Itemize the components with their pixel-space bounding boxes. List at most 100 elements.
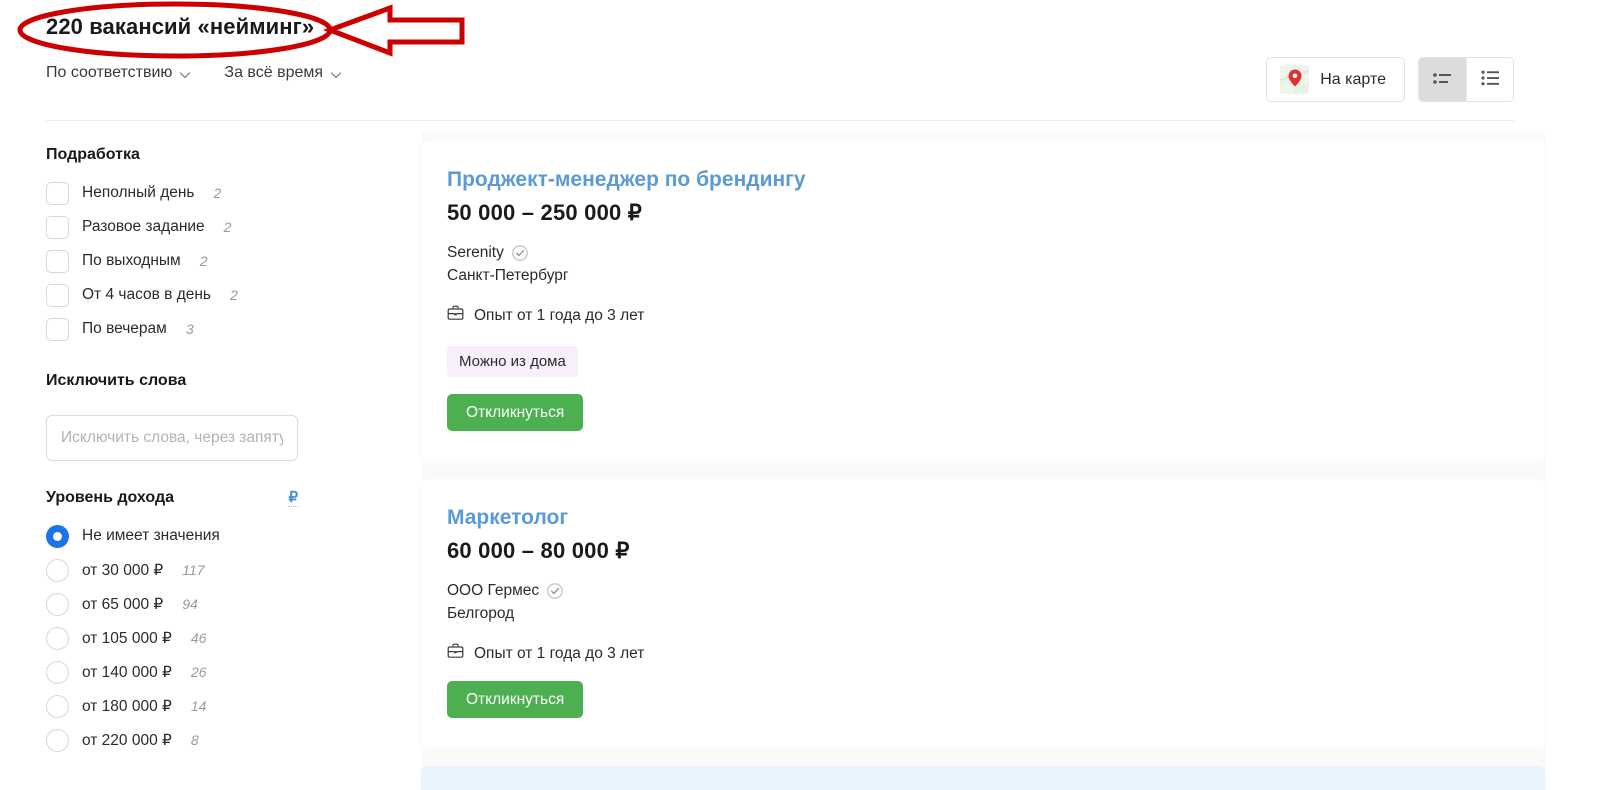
annotation-arrow <box>322 4 465 57</box>
radio-icon[interactable] <box>46 524 69 548</box>
filter-option-count: 117 <box>182 562 205 578</box>
filter-option-income[interactable]: от 105 000 ₽ 46 <box>46 621 346 655</box>
vacancy-card-highlighted[interactable] <box>421 766 1545 790</box>
filter-option-part-time[interactable]: Неполный день 2 <box>46 176 346 210</box>
filter-option-count: 94 <box>182 596 198 612</box>
apply-button[interactable]: Откликнуться <box>447 681 584 719</box>
briefcase-icon <box>447 643 464 664</box>
chevron-down-icon <box>179 69 191 80</box>
checkbox-icon[interactable] <box>46 249 69 273</box>
filter-option-count: 26 <box>190 664 207 680</box>
radio-icon[interactable] <box>46 660 69 684</box>
exclude-words-input[interactable] <box>46 415 298 461</box>
filter-option-count: 8 <box>190 732 199 748</box>
sort-by-dropdown[interactable]: По соответствию <box>46 64 191 82</box>
verified-badge-icon <box>547 583 563 600</box>
vacancy-city: Санкт-Петербург <box>447 267 569 285</box>
filter-option-label: По вечерам <box>82 320 167 337</box>
vacancy-card[interactable]: Проджект-менеджер по брендингу 50 000 – … <box>421 141 1545 462</box>
detailed-list-icon <box>1480 70 1500 89</box>
vacancy-salary: 50 000 – 250 000 ₽ <box>447 200 642 226</box>
checkbox-icon[interactable] <box>46 181 69 205</box>
briefcase-icon <box>447 305 464 326</box>
vacancy-card[interactable]: Маркетолог 60 000 – 80 000 ₽ ООО Гермес … <box>421 479 1545 749</box>
filter-group-income: Уровень дохода ₽ Не имеет значения от 30… <box>46 489 346 757</box>
filter-option-part-time[interactable]: От 4 часов в день 2 <box>46 278 346 312</box>
map-view-button[interactable]: На карте <box>1266 57 1405 102</box>
filter-option-count: 3 <box>185 321 194 337</box>
sort-controls: По соответствию За всё время <box>46 64 342 82</box>
filter-option-label: от 180 000 ₽ <box>82 697 172 715</box>
filter-option-count: 2 <box>199 253 208 269</box>
filter-option-label: Разовое задание <box>82 218 205 235</box>
map-view-label: На карте <box>1320 70 1386 88</box>
vacancy-tag-remote: Можно из дома <box>447 346 578 378</box>
chevron-down-icon <box>330 69 342 80</box>
radio-icon[interactable] <box>46 558 69 582</box>
sort-by-label: По соответствию <box>46 64 173 81</box>
period-label: За всё время <box>224 64 324 81</box>
filter-option-count: 2 <box>213 185 222 201</box>
filter-option-income[interactable]: от 180 000 ₽ 14 <box>46 689 346 723</box>
filter-option-label: от 65 000 ₽ <box>82 595 164 613</box>
detailed-list-view-button[interactable] <box>1466 58 1513 101</box>
vacancy-experience-label: Опыт от 1 года до 3 лет <box>474 644 645 662</box>
compact-list-view-button[interactable] <box>1419 58 1466 101</box>
map-pin-icon <box>1280 65 1310 94</box>
vacancy-company: ООО Гермес <box>447 582 1545 600</box>
filter-option-label: Неполный день <box>82 184 195 201</box>
checkbox-icon[interactable] <box>46 283 69 307</box>
filter-option-label: от 30 000 ₽ <box>82 561 164 579</box>
vacancy-salary: 60 000 – 80 000 ₽ <box>447 538 630 564</box>
filter-option-income[interactable]: от 140 000 ₽ 26 <box>46 655 346 689</box>
radio-icon[interactable] <box>46 626 69 650</box>
filter-group-exclude-words: Исключить слова <box>46 372 346 461</box>
vacancy-company: Serenity <box>447 244 1545 262</box>
filter-group-title: Уровень дохода <box>46 489 175 506</box>
filter-group-title-row: Уровень дохода ₽ <box>46 489 298 507</box>
checkbox-icon[interactable] <box>46 317 69 341</box>
vacancy-list: Проджект-менеджер по брендингу 50 000 – … <box>421 141 1545 790</box>
filter-option-income[interactable]: от 220 000 ₽ 8 <box>46 723 346 757</box>
filter-option-label: От 4 часов в день <box>82 286 212 303</box>
filter-option-count: 46 <box>190 630 207 646</box>
filter-option-part-time[interactable]: Разовое задание 2 <box>46 210 346 244</box>
filter-option-part-time[interactable]: По выходным 2 <box>46 244 346 278</box>
verified-badge-icon <box>512 245 528 261</box>
view-controls: На карте <box>1266 57 1514 102</box>
radio-icon[interactable] <box>46 592 69 616</box>
filter-option-count: 2 <box>223 219 232 235</box>
filter-option-count: 2 <box>230 287 238 303</box>
filter-group-title: Подработка <box>46 146 140 163</box>
apply-button[interactable]: Откликнуться <box>447 394 584 432</box>
filter-option-label: Не имеет значения <box>82 527 220 544</box>
checkbox-icon[interactable] <box>46 215 69 239</box>
filter-group-title: Исключить слова <box>46 372 187 389</box>
filter-option-label: от 140 000 ₽ <box>82 663 172 681</box>
filter-option-label: от 220 000 ₽ <box>82 731 172 749</box>
header-divider <box>46 120 1514 121</box>
vacancy-city: Белгород <box>447 605 515 623</box>
vacancy-experience: Опыт от 1 года до 3 лет <box>447 643 1545 664</box>
filter-option-label: По выходным <box>82 252 181 269</box>
filter-group-part-time: Подработка Неполный день 2 Разовое задан… <box>46 146 346 346</box>
currency-hint-icon[interactable]: ₽ <box>288 490 298 507</box>
page-title: 220 вакансий «нейминг» <box>46 14 315 39</box>
view-mode-toggle <box>1418 57 1514 102</box>
vacancy-company-name: ООО Гермес <box>447 582 540 600</box>
radio-icon[interactable] <box>46 694 69 718</box>
filter-option-count: 14 <box>190 698 207 714</box>
vacancy-title-link[interactable]: Проджект-менеджер по брендингу <box>447 167 806 192</box>
filter-option-income[interactable]: Не имеет значения <box>46 519 346 553</box>
period-dropdown[interactable]: За всё время <box>224 64 342 82</box>
vacancy-title-link[interactable]: Маркетолог <box>447 505 568 530</box>
radio-icon[interactable] <box>46 728 69 752</box>
filter-option-income[interactable]: от 30 000 ₽ 117 <box>46 553 346 587</box>
vacancy-experience-label: Опыт от 1 года до 3 лет <box>474 306 645 324</box>
filter-option-income[interactable]: от 65 000 ₽ 94 <box>46 587 346 621</box>
filter-option-part-time[interactable]: По вечерам 3 <box>46 312 346 346</box>
vacancy-company-name: Serenity <box>447 244 504 262</box>
filter-option-label: от 105 000 ₽ <box>82 629 172 647</box>
search-results-page: 220 вакансий «нейминг» По соответствию З… <box>0 0 1600 790</box>
vacancy-experience: Опыт от 1 года до 3 лет <box>447 305 1545 326</box>
